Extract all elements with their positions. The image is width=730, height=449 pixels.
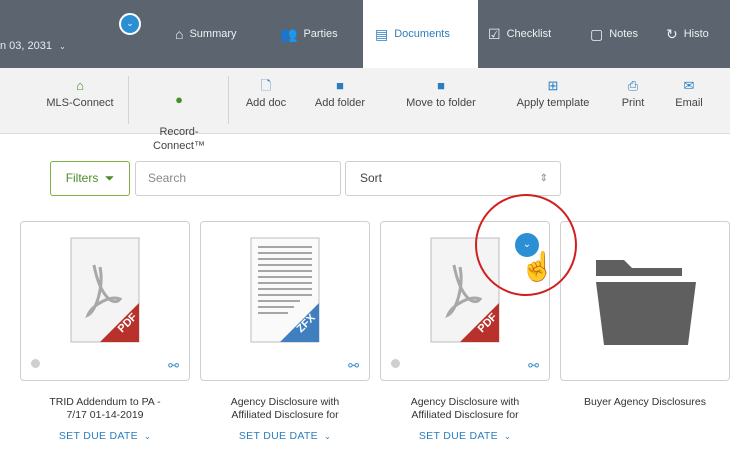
people-icon: 👥: [280, 25, 298, 42]
tab-history[interactable]: ↻ Histo: [660, 0, 730, 68]
move-to-folder-button[interactable]: ■ Move to folder: [392, 78, 490, 109]
add-doc-button[interactable]: 🗋 Add doc: [238, 78, 294, 109]
toolbar-label: Record- Connect™: [153, 126, 205, 152]
sort-select[interactable]: Sort ⇕: [345, 161, 561, 196]
toolbar-label: Add folder: [314, 97, 366, 109]
toolbar-divider: [128, 76, 129, 124]
date-selector[interactable]: n 03, 2031 ⌄: [0, 40, 66, 52]
tab-label: Parties: [303, 28, 338, 40]
mls-connect-icon: ⌂: [76, 78, 84, 93]
tab-label: Notes: [609, 28, 638, 40]
add-folder-button[interactable]: ■ Add folder: [306, 78, 374, 109]
toolbar-label: MLS-Connect: [46, 97, 114, 109]
chevron-down-icon: ⌄: [144, 432, 152, 441]
home-icon: ⌂: [175, 26, 184, 42]
record-connect-icon: ●: [175, 92, 183, 107]
document-card[interactable]: ZFX ⚯: [200, 221, 370, 381]
move-folder-icon: ■: [437, 78, 445, 93]
add-folder-icon: ■: [336, 78, 344, 93]
notes-icon: ▢: [590, 25, 604, 42]
funnel-icon: ⏷: [104, 171, 115, 185]
toolbar-label: Apply template: [516, 97, 590, 109]
filters-label: Filters: [65, 171, 99, 185]
tab-notes[interactable]: ▢ Notes: [585, 0, 655, 68]
document-card[interactable]: PDF ⚯: [20, 221, 190, 381]
tab-parties[interactable]: 👥 Parties: [272, 0, 360, 68]
folder-card[interactable]: [560, 221, 730, 381]
document-title: TRID Addendum to PA - 7/17 01-14-2019: [49, 396, 161, 421]
set-due-date-link[interactable]: SET DUE DATE ⌄: [200, 430, 370, 442]
toolbar-label: Print: [621, 97, 645, 109]
tab-label: Documents: [394, 28, 450, 40]
selection-dot[interactable]: [391, 359, 400, 368]
sort-label: Sort: [360, 171, 383, 185]
tab-summary[interactable]: ⌂ Summary: [165, 0, 270, 68]
folder-title: Buyer Agency Disclosures: [584, 396, 706, 408]
print-button[interactable]: ⎙ Print: [612, 78, 654, 109]
date-text: n 03, 2031: [0, 40, 52, 52]
document-toolbar: ⌂ MLS-Connect ● Record- Connect™ 🗋 Add d…: [0, 68, 730, 152]
folder-icon: [594, 252, 698, 352]
document-title: Agency Disclosure with Affiliated Disclo…: [230, 396, 340, 421]
checklist-icon: ☑: [488, 25, 501, 42]
mls-connect-button[interactable]: ⌂ MLS-Connect: [40, 78, 120, 109]
app-root: { "header": { "date_text": "n 03, 2031",…: [0, 0, 730, 449]
selection-dot[interactable]: [31, 359, 40, 368]
toolbar-divider: [228, 76, 229, 124]
chevron-down-icon: ⌄: [59, 42, 66, 51]
print-icon: ⎙: [627, 78, 639, 93]
add-doc-icon: 🗋: [260, 78, 272, 93]
search-input[interactable]: Search: [135, 161, 341, 196]
sort-arrows-icon: ⇕: [539, 173, 548, 184]
attachment-link-icon[interactable]: ⚯: [168, 358, 179, 374]
attachment-link-icon[interactable]: ⚯: [528, 358, 539, 374]
top-nav: n 03, 2031 ⌄ ⌄ ⌂ Summary 👥 Parties ▤ Doc…: [0, 0, 730, 68]
due-label: SET DUE DATE: [58, 430, 138, 442]
toolbar-label: Email: [675, 97, 703, 109]
due-label: SET DUE DATE: [418, 430, 498, 442]
email-icon: ✉: [683, 78, 695, 93]
document-icon: ▤: [375, 25, 389, 42]
set-due-date-link[interactable]: SET DUE DATE ⌄: [380, 430, 550, 442]
tab-checklist[interactable]: ☑ Checklist: [482, 0, 582, 68]
apply-template-button[interactable]: ⊞ Apply template: [503, 78, 603, 109]
zfx-file-icon: ZFX: [250, 237, 320, 343]
template-icon: ⊞: [547, 78, 559, 93]
history-icon: ↻: [666, 25, 678, 42]
toolbar-label: Add doc: [245, 97, 287, 109]
record-connect-button[interactable]: ● Record- Connect™: [138, 78, 220, 153]
email-button[interactable]: ✉ Email: [666, 78, 712, 109]
pdf-file-icon: PDF: [70, 237, 140, 343]
tab-label: Histo: [683, 28, 709, 40]
tab-label: Summary: [189, 28, 237, 40]
attachment-link-icon[interactable]: ⚯: [348, 358, 359, 374]
document-title: Agency Disclosure with Affiliated Disclo…: [410, 396, 520, 421]
chevron-down-icon: ⌄: [324, 432, 332, 441]
chevron-down-icon: ⌄: [504, 432, 512, 441]
nav-toggle-button[interactable]: ⌄: [119, 13, 141, 35]
filters-button[interactable]: Filters ⏷: [50, 161, 130, 196]
highlight-ring: [475, 194, 577, 296]
due-label: SET DUE DATE: [238, 430, 318, 442]
set-due-date-link[interactable]: SET DUE DATE ⌄: [20, 430, 190, 442]
tab-label: Checklist: [506, 28, 552, 40]
tab-documents[interactable]: ▤ Documents: [363, 0, 478, 68]
toolbar-label: Move to folder: [406, 97, 476, 109]
